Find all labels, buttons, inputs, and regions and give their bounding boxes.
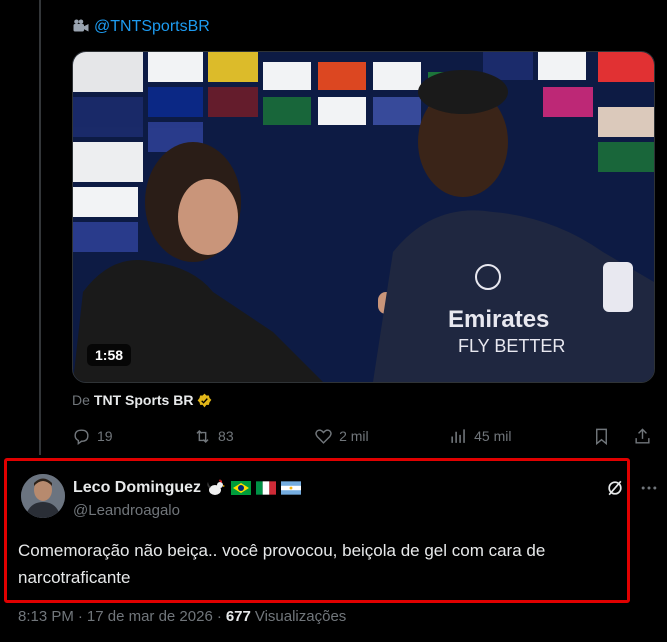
- avatar[interactable]: [21, 474, 65, 518]
- quoted-account-link[interactable]: @TNTSportsBR: [94, 18, 210, 36]
- reply-icon: [74, 428, 89, 445]
- action-bar: 19 83 2 mil 45 mil: [72, 424, 652, 448]
- video-thumbnail: Emirates FLY BETTER: [73, 52, 654, 382]
- author-handle[interactable]: @Leandroagalo: [73, 502, 180, 519]
- video-attribution[interactable]: De TNT Sports BR: [72, 390, 212, 410]
- argentina-flag-icon: [281, 481, 302, 495]
- views-count: 45 mil: [474, 428, 512, 444]
- meta-separator: ·: [216, 608, 222, 625]
- reply-count: 19: [97, 428, 113, 444]
- share-icon[interactable]: [633, 427, 652, 446]
- repost-button[interactable]: 83: [193, 427, 234, 446]
- more-options-icon[interactable]: [639, 478, 659, 498]
- avatar-image: [21, 474, 65, 518]
- reply-text: Comemoração não beiça.. você provocou, b…: [18, 541, 546, 587]
- post-meta: 8:13 PM · 17 de mar de 2026 · 677 Visual…: [18, 608, 346, 625]
- heart-icon: [315, 428, 332, 444]
- attribution-prefix: De: [72, 392, 90, 408]
- thread-line: [39, 0, 41, 455]
- like-count: 2 mil: [339, 428, 369, 444]
- repost-count: 83: [218, 428, 234, 444]
- rooster-emoji-icon: [207, 479, 226, 495]
- svg-text:FLY BETTER: FLY BETTER: [458, 336, 565, 356]
- italy-flag-icon: [256, 481, 277, 495]
- author-name[interactable]: Leco Dominguez: [73, 479, 201, 497]
- post-time[interactable]: 8:13 PM: [18, 608, 74, 625]
- verified-gold-icon: [198, 393, 212, 407]
- reply-button[interactable]: 19: [72, 427, 113, 446]
- analytics-icon: [451, 428, 465, 443]
- grok-icon[interactable]: [605, 478, 625, 498]
- video-camera-icon: [73, 19, 89, 32]
- video-duration-badge: 1:58: [87, 344, 132, 366]
- attribution-source[interactable]: TNT Sports BR: [94, 392, 194, 408]
- bookmark-icon[interactable]: [592, 427, 611, 446]
- repost-icon: [196, 429, 209, 443]
- author-row[interactable]: Leco Dominguez: [73, 479, 302, 497]
- quoted-account-header[interactable]: @TNTSportsBR: [72, 16, 210, 38]
- post-date[interactable]: 17 de mar de 2026: [87, 608, 213, 625]
- video-player[interactable]: Emirates FLY BETTER 1:58: [72, 51, 655, 383]
- highlighted-reply[interactable]: Leco Dominguez @Leandroagalo Comemoração…: [4, 458, 657, 603]
- views-button[interactable]: 45 mil: [449, 427, 511, 446]
- svg-text:Emirates: Emirates: [448, 306, 549, 333]
- like-button[interactable]: 2 mil: [314, 427, 369, 446]
- views-total: 677: [225, 608, 251, 625]
- views-label: Visualizações: [254, 608, 347, 625]
- brazil-flag-icon: [231, 481, 252, 495]
- meta-separator: ·: [77, 608, 83, 625]
